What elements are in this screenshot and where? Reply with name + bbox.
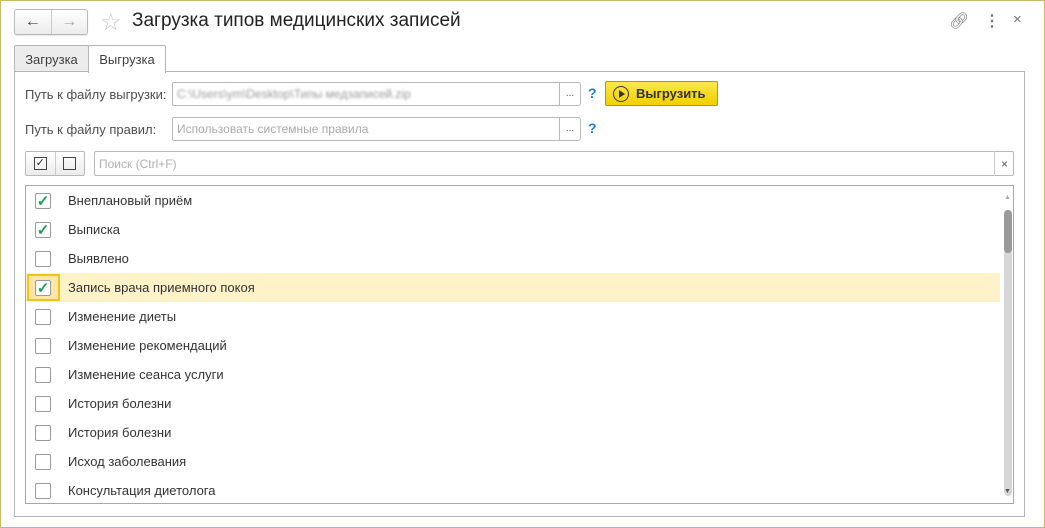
forward-button[interactable]: → [52,10,88,34]
item-label: История болезни [68,425,172,440]
export-path-label: Путь к файлу выгрузки: [25,87,167,102]
list-item[interactable]: ✓ Запись врача приемного покоя [26,273,1000,302]
scroll-up-icon[interactable]: ▲ [1004,194,1011,201]
item-checkbox[interactable]: ✓ [35,192,51,210]
check-icon: ✓ [36,221,50,239]
item-label: Изменение сеанса услуги [68,367,224,382]
item-checkbox[interactable] [35,250,51,267]
list-item[interactable]: Изменение сеанса услуги [26,360,1000,389]
item-label: Исход заболевания [68,454,187,469]
nav-buttons: ← → [14,9,88,35]
item-checkbox[interactable] [35,453,51,470]
export-path-help[interactable]: ? [588,85,597,101]
search-input[interactable]: Поиск (Ctrl+F) [94,151,1014,176]
uncheck-all-button[interactable] [56,152,85,175]
window: ← → ☆ Загрузка типов медицинских записей… [0,0,1045,528]
export-path-input[interactable]: C:\Users\ym\Desktop\Типы медзаписей.zip [172,82,560,106]
play-icon [613,85,629,102]
item-checkbox[interactable] [35,395,51,412]
rules-path-help[interactable]: ? [588,120,597,136]
list-item[interactable]: Исход заболевания [26,447,1000,476]
rules-path-browse-button[interactable]: ... [559,117,581,141]
item-checkbox[interactable] [35,482,51,499]
item-label: Запись врача приемного покоя [68,280,255,295]
rules-path-label: Путь к файлу правил: [25,122,157,137]
checkbox-empty-icon [63,157,77,170]
check-all-button[interactable]: ✓ [26,152,56,175]
item-label: История болезни [68,396,172,411]
list-item[interactable]: ✓ Внеплановый приём [26,186,1000,215]
back-button[interactable]: ← [15,10,52,34]
item-checkbox[interactable] [35,308,51,325]
tab-zagruzka[interactable]: Загрузка [14,45,89,72]
rules-path-input[interactable]: Использовать системные правила [172,117,560,141]
rules-path-placeholder: Использовать системные правила [177,122,369,136]
search-placeholder: Поиск (Ctrl+F) [99,156,177,171]
record-types-list: Консультация диетолога Исход заболевания И… [25,185,1014,504]
page-title: Загрузка типов медицинских записей [132,10,461,31]
item-checkbox[interactable]: ✓ [35,279,51,297]
item-checkbox[interactable] [35,366,51,383]
item-label: Консультация диетолога [68,483,216,498]
star-icon[interactable]: ☆ [100,8,122,37]
search-clear-button[interactable]: × [994,151,1014,176]
list-item[interactable]: Изменение диеты [26,302,1000,331]
export-button[interactable]: Выгрузить [605,81,718,106]
item-label: Изменение диеты [68,309,177,324]
item-label: Выписка [68,222,121,237]
item-checkbox[interactable] [35,337,51,354]
export-path-browse-button[interactable]: ... [559,82,581,106]
export-button-label: Выгрузить [636,86,706,101]
check-icon: ✓ [36,279,50,297]
item-label: Внеплановый приём [68,193,193,208]
link-icon[interactable]: 🔗︎ [949,11,969,31]
list-item[interactable]: Изменение рекомендаций [26,331,1000,360]
list-item[interactable]: Консультация диетолога [26,476,1000,503]
tab-vygruzka[interactable]: Выгрузка [88,45,166,73]
item-label: Выявлено [68,251,129,266]
checkbox-checked-icon: ✓ [33,157,47,170]
more-icon[interactable]: ⋮ [984,11,1000,31]
item-checkbox[interactable] [35,424,51,441]
check-buttons: ✓ [25,151,85,176]
list-item[interactable]: История болезни [26,389,1000,418]
check-icon: ✓ [36,192,50,210]
export-path-value: C:\Users\ym\Desktop\Типы медзаписей.zip [177,87,411,101]
item-checkbox[interactable]: ✓ [35,221,51,239]
close-icon[interactable]: × [1013,11,1022,28]
item-label: Изменение рекомендаций [68,338,227,353]
list-item[interactable]: Выявлено [26,244,1000,273]
scrollbar-thumb[interactable] [1004,210,1012,253]
list-item[interactable]: ✓ Выписка [26,215,1000,244]
scroll-down-icon[interactable]: ▼ [1004,488,1011,495]
list-item[interactable]: История болезни [26,418,1000,447]
